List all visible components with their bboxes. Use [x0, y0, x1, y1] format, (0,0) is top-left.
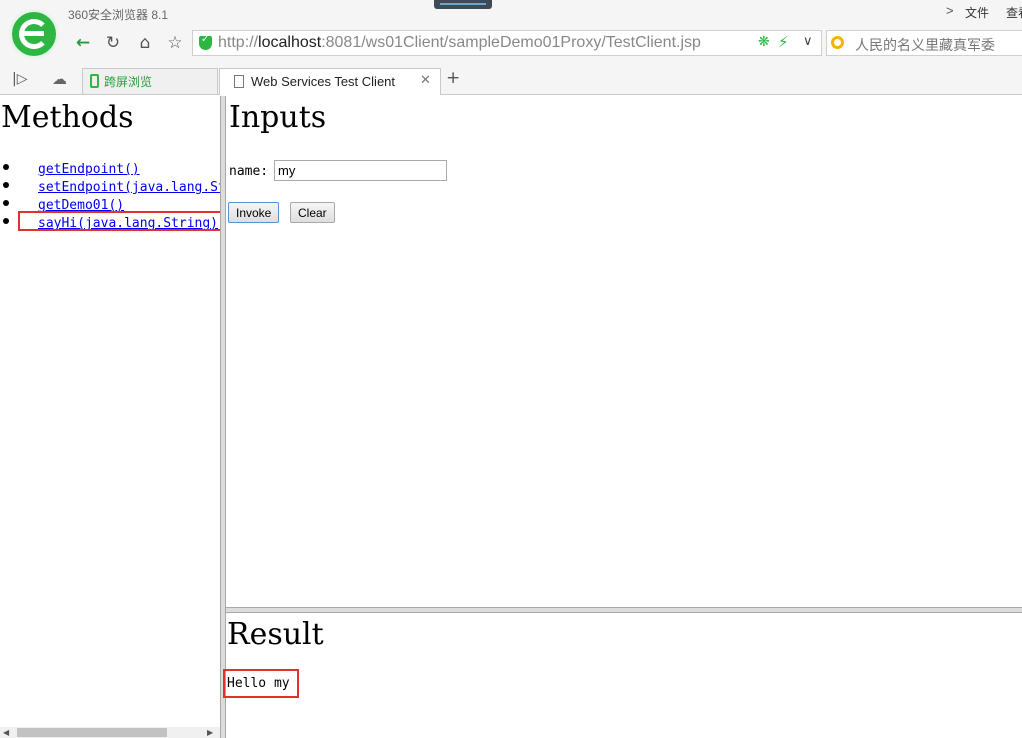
tab-strip: |▷ ☁ 跨屏浏览 Web Services Test Client ✕ +: [0, 66, 1022, 95]
tab-cross-screen[interactable]: 跨屏浏览: [82, 68, 218, 94]
bolt-icon[interactable]: ⚡: [778, 33, 789, 51]
invoke-button[interactable]: Invoke: [228, 202, 280, 223]
highlight-box: [18, 211, 220, 231]
result-frame: Result Hello my: [223, 613, 1022, 738]
refresh-icon[interactable]: ↻: [100, 31, 126, 55]
address-bar[interactable]: http://localhost:8081/ws01Client/sampleD…: [192, 30, 822, 56]
methods-frame: Methods getEndpoint() setEndpoint(java.l…: [0, 96, 220, 738]
search-input[interactable]: 人民的名义里藏真军委: [855, 35, 995, 55]
tab-label: Web Services Test Client: [251, 74, 396, 89]
highlight-box: [223, 669, 299, 698]
scroll-right-icon[interactable]: ▶: [207, 728, 213, 737]
browser-logo-icon: [9, 9, 59, 59]
scrollbar-thumb[interactable]: [17, 728, 167, 737]
star-icon[interactable]: ☆: [162, 31, 188, 55]
url-prefix: http://: [218, 34, 259, 51]
result-title: Result: [227, 617, 324, 652]
tab-web-services-test-client[interactable]: Web Services Test Client ✕: [219, 68, 441, 95]
methods-title: Methods: [1, 100, 134, 135]
search-engine-icon[interactable]: [831, 36, 844, 49]
method-link-setendpoint[interactable]: setEndpoint(java.lang.String): [38, 180, 220, 195]
gear-icon[interactable]: ❋: [758, 34, 770, 50]
menu-chevron-icon[interactable]: >: [946, 3, 954, 18]
list-item: getEndpoint(): [3, 158, 220, 177]
method-link-getendpoint[interactable]: getEndpoint(): [38, 162, 140, 177]
list-item: getDemo01(): [3, 194, 220, 213]
inputs-frame: Inputs name: Invoke Clear: [226, 96, 1022, 607]
name-input[interactable]: [274, 160, 447, 181]
back-arrow-icon[interactable]: ←: [70, 31, 96, 55]
menu-view[interactable]: 查看: [1006, 4, 1022, 21]
sidebar-toggle-icon[interactable]: |▷: [12, 71, 27, 87]
inputs-title: Inputs: [229, 100, 327, 135]
cloud-icon[interactable]: ☁: [52, 70, 67, 88]
search-box[interactable]: 人民的名义里藏真军委: [826, 30, 1022, 56]
url-text[interactable]: http://localhost:8081/ws01Client/sampleD…: [218, 34, 701, 52]
tab-label: 跨屏浏览: [104, 75, 153, 89]
url-path: :8081/ws01Client/sampleDemo01Proxy/TestC…: [321, 34, 701, 51]
home-icon[interactable]: ⌂: [132, 31, 158, 55]
page-icon: [234, 75, 244, 88]
new-tab-icon[interactable]: +: [446, 68, 460, 88]
name-label: name:: [229, 164, 269, 179]
browser-chrome: 360安全浏览器 8.1 > 文件 查看 ← ↻ ⌂ ☆ http://loca…: [0, 0, 1022, 95]
shield-icon: [199, 34, 212, 50]
menu-file[interactable]: 文件: [965, 4, 989, 21]
list-item: setEndpoint(java.lang.String): [3, 176, 220, 195]
phone-icon: [90, 74, 99, 88]
scroll-left-icon[interactable]: ◀: [3, 728, 9, 737]
clear-button[interactable]: Clear: [290, 202, 335, 223]
url-host: localhost: [258, 34, 322, 51]
chevron-down-icon[interactable]: ∨: [803, 34, 813, 49]
window-handle[interactable]: [434, 0, 492, 9]
app-title: 360安全浏览器 8.1: [68, 8, 169, 22]
close-icon[interactable]: ✕: [420, 73, 431, 88]
